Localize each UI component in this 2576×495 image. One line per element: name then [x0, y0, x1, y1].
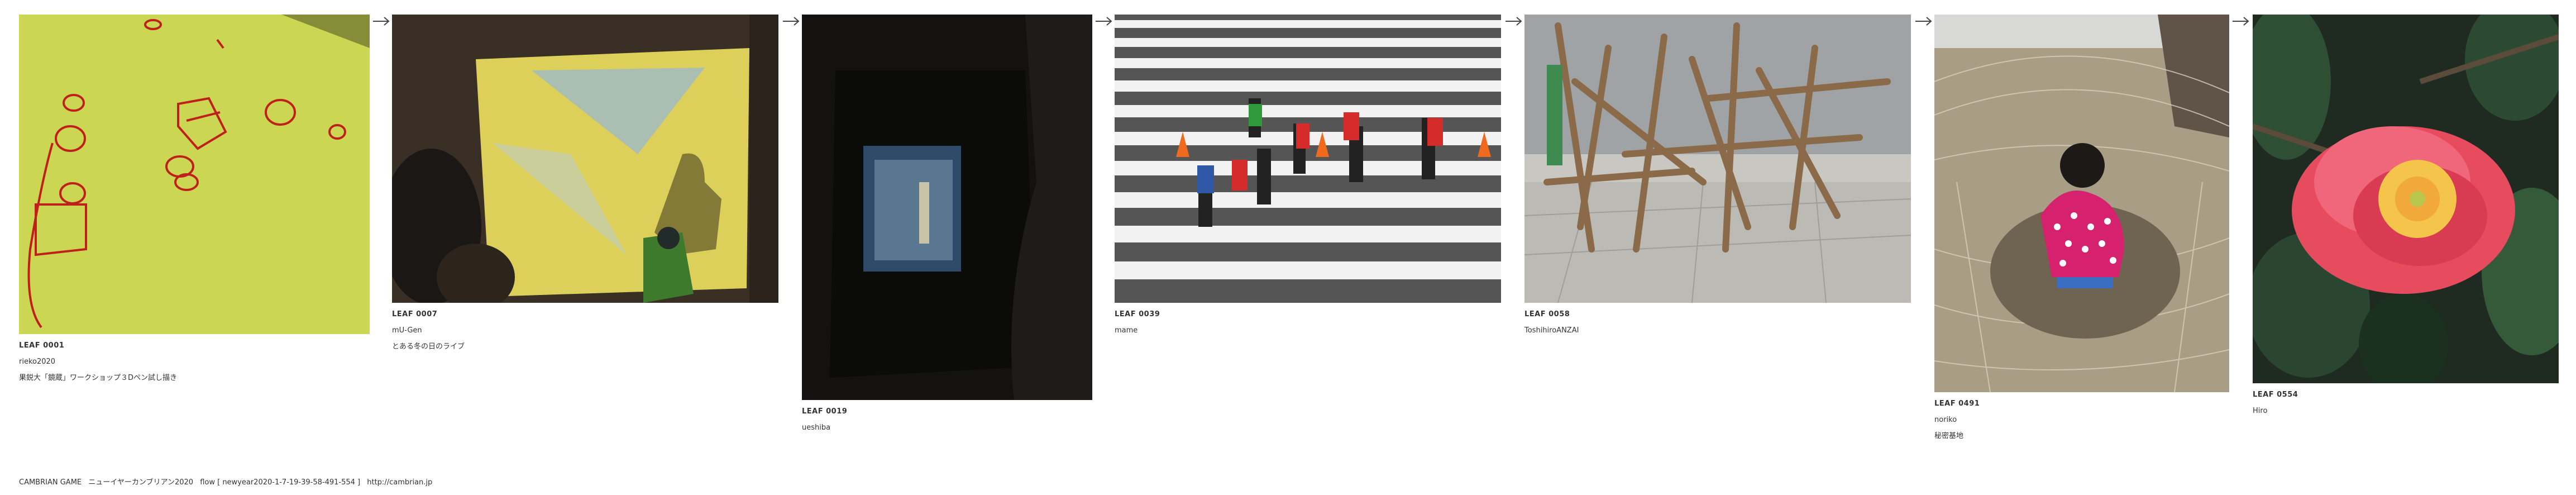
- leaf-photo-0058[interactable]: [1524, 15, 1911, 303]
- leaf-id: LEAF 0039: [1115, 310, 1160, 318]
- leaf-author[interactable]: ToshihiroANZAI: [1524, 322, 1579, 339]
- leaf-author[interactable]: Hiro: [2253, 403, 2298, 419]
- leaf-author[interactable]: mU-Gen: [392, 322, 465, 339]
- arrow-right-icon: [782, 16, 801, 27]
- footer-url[interactable]: http://cambrian.jp: [367, 478, 432, 487]
- leaf-author[interactable]: noriko: [1934, 412, 1980, 428]
- leaf-photo-0007[interactable]: [392, 15, 778, 303]
- leaf-id: LEAF 0007: [392, 310, 438, 318]
- arrow-right-icon: [1504, 16, 1523, 27]
- arrow-right-icon: [1914, 16, 1933, 27]
- leaf-id: LEAF 0019: [802, 407, 848, 416]
- leaf-id: LEAF 0554: [2253, 391, 2298, 399]
- leaf-title: 果鋭大「鏡蔵」ワークショップ３Dペン試し描き: [19, 374, 178, 382]
- footer-flow: flow [ newyear2020-1-7-19-39-58-491-554 …: [200, 478, 361, 487]
- leaf-title: 秘密基地: [1934, 432, 1964, 440]
- leaf-photo-0554[interactable]: [2253, 15, 2559, 383]
- footer-brand[interactable]: CAMBRIAN GAME: [19, 478, 82, 487]
- leaf-photo-0491[interactable]: [1934, 15, 2229, 392]
- leaf-id: LEAF 0058: [1524, 310, 1570, 318]
- footer-game-title[interactable]: ニューイヤーカンブリアン2020: [88, 478, 193, 487]
- leaf-photo-0019[interactable]: [802, 15, 1092, 400]
- leaf-id: LEAF 0491: [1934, 399, 1980, 408]
- arrow-right-icon: [2231, 16, 2250, 27]
- footer: CAMBRIAN GAME ニューイヤーカンブリアン2020 flow [ ne…: [19, 476, 437, 487]
- leaf-photo-0039[interactable]: [1115, 15, 1501, 303]
- leaf-author[interactable]: rieko2020: [19, 354, 177, 370]
- leaf-author[interactable]: ueshiba: [802, 420, 847, 436]
- leaf-title: とある冬の日のライブ: [392, 342, 465, 351]
- leaf-id: LEAF 0001: [19, 341, 65, 350]
- leaf-photo-0001[interactable]: [19, 15, 370, 334]
- leaf-author[interactable]: mame: [1115, 322, 1160, 339]
- arrow-right-icon: [372, 16, 391, 27]
- arrow-right-icon: [1095, 16, 1113, 27]
